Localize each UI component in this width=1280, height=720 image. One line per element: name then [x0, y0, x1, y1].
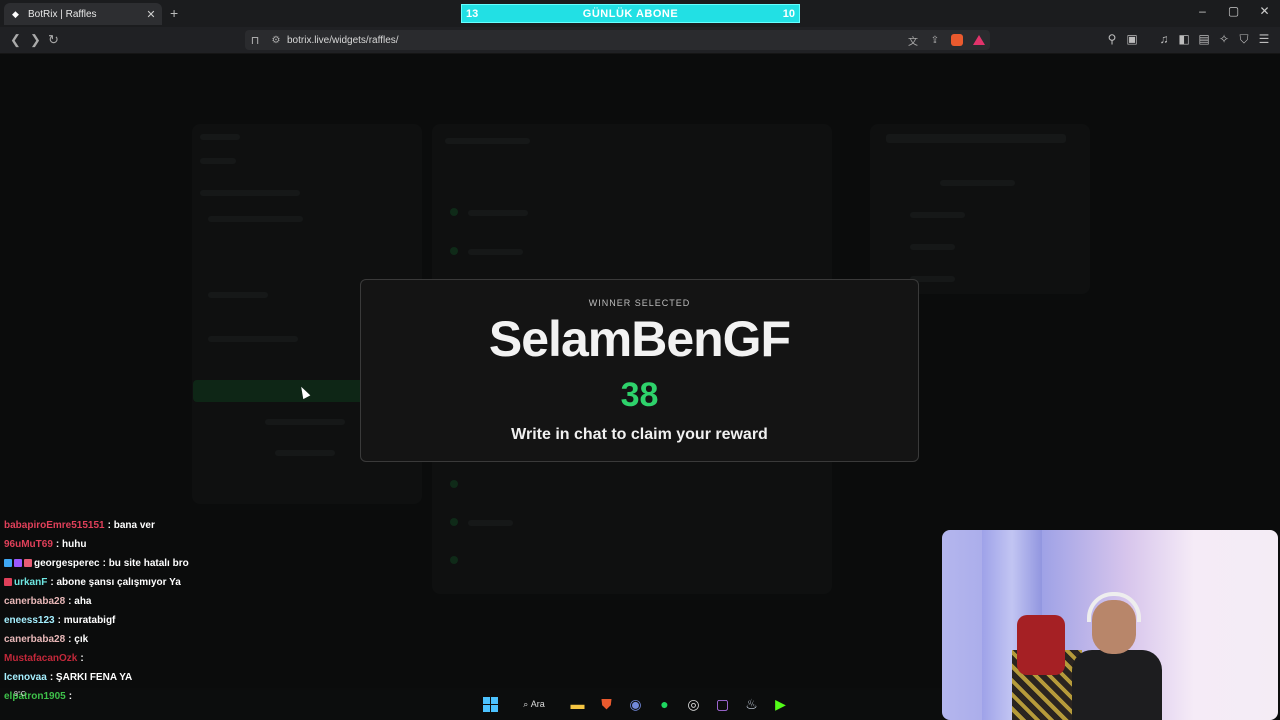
chat-text: : abone şansı çalışmıyor Ya [50, 577, 181, 588]
browser-toolbar: ⚲ ▣ ♫ ◧ ▤ ✧ ⛉ ☰ [1102, 32, 1274, 47]
brave-shields-icon[interactable] [946, 34, 968, 46]
site-settings-icon[interactable]: ⚙ [265, 35, 287, 46]
daily-subscriber-bar: 13 GÜNLÜK ABONE 10 [461, 4, 800, 23]
weather-widget[interactable]: 9°C [14, 691, 26, 698]
sub-bar-right-value: 10 [782, 7, 795, 20]
share-icon[interactable]: ⇪ [924, 35, 946, 46]
sub-bar-label: GÜNLÜK ABONE [582, 7, 679, 20]
screenshot-icon[interactable]: ▣ [1122, 32, 1142, 47]
chat-username: canerbaba28 [4, 634, 66, 645]
chat-message: eneess123: muratabigf [4, 611, 324, 630]
translate-icon[interactable]: 文 [902, 33, 924, 48]
chat-username: Icenovaa [4, 672, 47, 683]
brave-rewards-icon[interactable] [968, 34, 990, 46]
tab-title: BotRix | Raffles [28, 8, 97, 20]
windows-icon[interactable] [476, 692, 505, 716]
chat-message: 96uMuT69: huhu [4, 535, 324, 554]
chat-username: canerbaba28 [4, 596, 66, 607]
chat-text: : [80, 653, 84, 664]
leo-ai-icon[interactable]: ✧ [1214, 32, 1234, 47]
chat-message: canerbaba28: aha [4, 592, 324, 611]
chat-text: : muratabigf [57, 615, 116, 626]
winner-name: SelamBenGF [488, 311, 791, 367]
chat-message: MustafacanOzk: [4, 649, 324, 668]
sidebar-icon[interactable]: ◧ [1174, 32, 1194, 47]
chat-username: urkanF [14, 577, 48, 588]
chat-text: : aha [68, 596, 92, 607]
chat-badge-icon [4, 559, 12, 568]
taskbar-search[interactable]: ⌕ Ara [505, 692, 563, 716]
close-window-button[interactable]: ✕ [1249, 4, 1280, 18]
back-icon[interactable]: ❮ [10, 32, 21, 48]
chat-message: georgesperec: bu site hatalı bro [4, 554, 324, 573]
chat-text: : huhu [55, 539, 87, 550]
omnibox[interactable]: ⊓ ⚙ botrix.live/widgets/raffles/ 文 ⇪ [245, 30, 990, 50]
chat-username: georgesperec [34, 558, 100, 569]
window-controls: – ▢ ✕ [1187, 4, 1280, 18]
media-icon[interactable]: ♫ [1154, 32, 1174, 47]
chat-text: : çık [68, 634, 89, 645]
chat-message: Icenovaa: ŞARKI FENA YA [4, 668, 324, 687]
botrix-favicon-icon: ◆ [12, 9, 19, 19]
reload-icon[interactable]: ↻ [48, 32, 59, 48]
chat-text: : bu site hatalı bro [102, 558, 189, 569]
address-bar-row: ❮ ❯ ↻ ⊓ ⚙ botrix.live/widgets/raffles/ 文… [0, 27, 1280, 54]
chat-text: : ŞARKI FENA YA [49, 672, 133, 683]
maximize-button[interactable]: ▢ [1218, 4, 1249, 18]
chat-badge-icon [14, 559, 22, 568]
stream-chat-overlay: babapiroEmre515151: bana ver 96uMuT69: hu… [4, 516, 324, 706]
url-text[interactable]: botrix.live/widgets/raffles/ [287, 35, 902, 46]
green-app-icon[interactable]: ▶ [766, 692, 795, 716]
minimize-button[interactable]: – [1187, 4, 1218, 18]
obs-icon[interactable]: ◎ [679, 692, 708, 716]
sub-bar-left-value: 13 [466, 7, 479, 20]
file-explorer-icon[interactable]: ▬ [563, 692, 592, 716]
purple-app-icon[interactable]: ▢ [708, 692, 737, 716]
brave-icon[interactable]: ⛊ [592, 692, 621, 716]
chat-badge-icon [4, 578, 12, 587]
discord-icon[interactable]: ◉ [621, 692, 650, 716]
last-winner-panel [870, 124, 1090, 294]
spotify-icon[interactable]: ● [650, 692, 679, 716]
windows-taskbar: 9°C ⌕ Ara ▬ ⛊ ◉ ● ◎ ▢ ♨ ▶ [0, 688, 1280, 720]
chat-username: babapiroEmre515151 [4, 520, 105, 531]
chat-text: : bana ver [107, 520, 155, 531]
chat-message: urkanF: abone şansı çalışmıyor Ya [4, 573, 324, 592]
menu-icon[interactable]: ☰ [1254, 32, 1274, 47]
chat-message: babapiroEmre515151: bana ver [4, 516, 324, 535]
wallet-icon[interactable]: ▤ [1194, 32, 1214, 47]
chat-username: MustafacanOzk [4, 653, 78, 664]
bookmark-icon[interactable]: ⊓ [245, 34, 265, 47]
chat-username: 96uMuT69 [4, 539, 53, 550]
vpn-icon[interactable]: ⛉ [1234, 32, 1254, 47]
chat-badge-icon [24, 559, 32, 568]
browser-tab[interactable]: ◆ BotRix | Raffles ✕ [4, 3, 162, 25]
claim-countdown: 38 [620, 376, 659, 414]
extensions-icon[interactable]: ⚲ [1102, 32, 1122, 47]
tab-close-icon[interactable]: ✕ [144, 8, 158, 21]
chat-message: canerbaba28: çık [4, 630, 324, 649]
winner-selected-label: WINNER SELECTED [588, 298, 691, 308]
chat-username: eneess123 [4, 615, 55, 626]
steam-icon[interactable]: ♨ [737, 692, 766, 716]
claim-instruction: Write in chat to claim your reward [511, 426, 768, 443]
forward-icon[interactable]: ❯ [30, 32, 41, 48]
browser-tab-bar: ◆ BotRix | Raffles ✕ + 13 GÜNLÜK ABONE 1… [0, 0, 1280, 27]
winner-modal: WINNER SELECTED SelamBenGF 38 Write in c… [360, 279, 919, 462]
search-label: Ara [530, 699, 545, 709]
new-tab-button[interactable]: + [170, 5, 178, 21]
